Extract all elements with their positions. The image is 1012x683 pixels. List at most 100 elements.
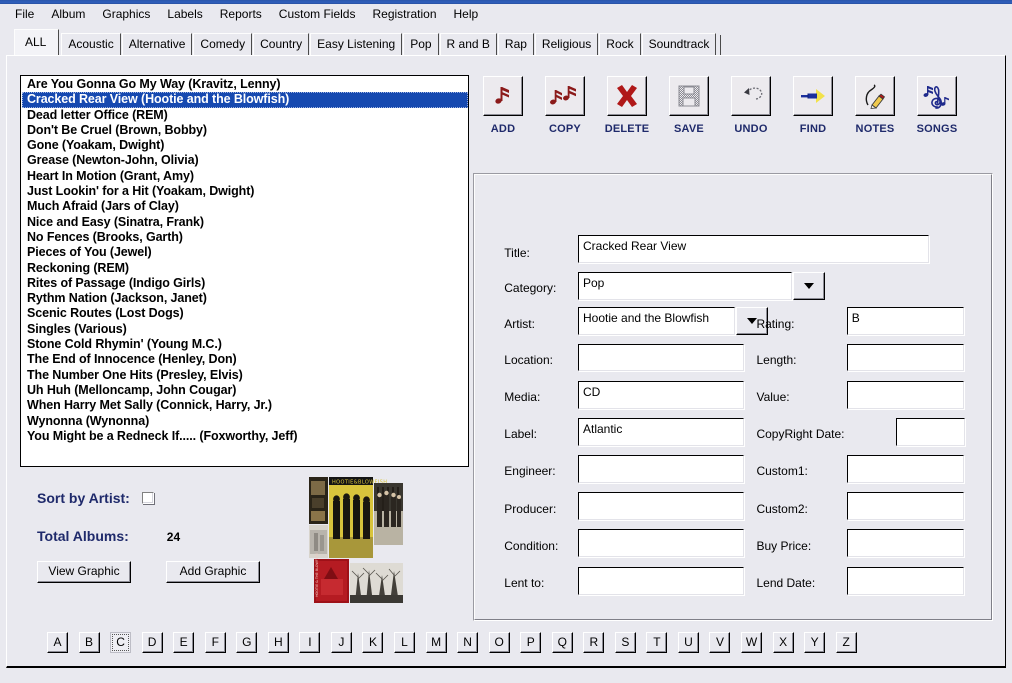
media-field[interactable]: CD bbox=[578, 381, 744, 409]
alphabet-button-s[interactable]: S bbox=[615, 632, 636, 653]
album-list-item[interactable]: When Harry Met Sally (Connick, Harry, Jr… bbox=[22, 398, 468, 413]
album-list-item[interactable]: Dead letter Office (REM) bbox=[22, 108, 468, 123]
album-list-item[interactable]: Singles (Various) bbox=[22, 322, 468, 337]
tab-soundtrack[interactable]: Soundtrack bbox=[642, 33, 717, 55]
alphabet-button-q[interactable]: Q bbox=[552, 632, 573, 653]
album-list-item[interactable]: Don't Be Cruel (Brown, Bobby) bbox=[22, 123, 468, 138]
alphabet-button-a[interactable]: A bbox=[47, 632, 68, 653]
menu-item-reports[interactable]: Reports bbox=[212, 5, 271, 23]
album-list-item[interactable]: Cracked Rear View (Hootie and the Blowfi… bbox=[22, 92, 468, 107]
toolbar-button-find[interactable]: FIND bbox=[790, 76, 836, 156]
title-field[interactable]: Cracked Rear View bbox=[578, 235, 929, 263]
custom1-field[interactable] bbox=[847, 455, 964, 483]
view-graphic-button[interactable]: View Graphic bbox=[37, 561, 131, 583]
producer-field[interactable] bbox=[578, 492, 744, 520]
toolbar-button-songs[interactable]: SONGS bbox=[914, 76, 960, 156]
album-list-item[interactable]: Heart In Motion (Grant, Amy) bbox=[22, 169, 468, 184]
album-list-item[interactable]: Just Lookin' for a Hit (Yoakam, Dwight) bbox=[22, 184, 468, 199]
tab-r-and-b[interactable]: R and B bbox=[440, 33, 497, 55]
artist-field[interactable]: Hootie and the Blowfish bbox=[578, 307, 735, 335]
lent_to-field[interactable] bbox=[578, 567, 744, 595]
tab-all[interactable]: ALL bbox=[14, 29, 59, 55]
alphabet-button-b[interactable]: B bbox=[79, 632, 100, 653]
toolbar-button-notes[interactable]: NOTES bbox=[852, 76, 898, 156]
tab-alternative[interactable]: Alternative bbox=[122, 33, 193, 55]
album-list-item[interactable]: The End of Innocence (Henley, Don) bbox=[22, 352, 468, 367]
menu-item-custom-fields[interactable]: Custom Fields bbox=[271, 5, 365, 23]
length-field[interactable] bbox=[847, 344, 964, 372]
value-field[interactable] bbox=[847, 381, 964, 409]
album-list-item[interactable]: Gone (Yoakam, Dwight) bbox=[22, 138, 468, 153]
alphabet-jump-bar[interactable]: ABCDEFGHIJKLMNOPQRSTUVWXYZ bbox=[47, 632, 857, 653]
tab-easy-listening[interactable]: Easy Listening bbox=[310, 33, 402, 55]
album-list-item[interactable]: Pieces of You (Jewel) bbox=[22, 245, 468, 260]
category-tab-strip[interactable]: ALLAcousticAlternativeComedyCountryEasy … bbox=[14, 33, 997, 55]
alphabet-button-p[interactable]: P bbox=[520, 632, 541, 653]
alphabet-button-j[interactable]: J bbox=[331, 632, 352, 653]
alphabet-button-y[interactable]: Y bbox=[804, 632, 825, 653]
album-list-item[interactable]: Uh Huh (Melloncamp, John Cougar) bbox=[22, 383, 468, 398]
album-list-item[interactable]: Scenic Routes (Lost Dogs) bbox=[22, 306, 468, 321]
copyright_date-field[interactable] bbox=[896, 418, 965, 446]
album-list-item[interactable]: Stone Cold Rhymin' (Young M.C.) bbox=[22, 337, 468, 352]
menu-item-registration[interactable]: Registration bbox=[364, 5, 445, 23]
alphabet-button-g[interactable]: G bbox=[236, 632, 257, 653]
menu-item-file[interactable]: File bbox=[7, 5, 43, 23]
tab-comedy[interactable]: Comedy bbox=[193, 33, 252, 55]
location-field[interactable] bbox=[578, 344, 744, 372]
alphabet-button-l[interactable]: L bbox=[394, 632, 415, 653]
toolbar-button-add[interactable]: ADD bbox=[480, 76, 526, 156]
alphabet-button-f[interactable]: F bbox=[205, 632, 226, 653]
album-list-item[interactable]: Much Afraid (Jars of Clay) bbox=[22, 199, 468, 214]
tab-rock[interactable]: Rock bbox=[599, 33, 640, 55]
tab-acoustic[interactable]: Acoustic bbox=[61, 33, 120, 55]
alphabet-button-x[interactable]: X bbox=[773, 632, 794, 653]
lend_date-field[interactable] bbox=[847, 567, 964, 595]
menu-item-labels[interactable]: Labels bbox=[159, 5, 211, 23]
category-field[interactable]: Pop bbox=[578, 272, 792, 300]
alphabet-button-r[interactable]: R bbox=[583, 632, 604, 653]
album-list-item[interactable]: No Fences (Brooks, Garth) bbox=[22, 230, 468, 245]
toolbar-button-delete[interactable]: DELETE bbox=[604, 76, 650, 156]
alphabet-button-v[interactable]: V bbox=[709, 632, 730, 653]
album-list-item[interactable]: Are You Gonna Go My Way (Kravitz, Lenny) bbox=[22, 77, 468, 92]
alphabet-button-c[interactable]: C bbox=[110, 632, 131, 653]
alphabet-button-e[interactable]: E bbox=[173, 632, 194, 653]
album-list-item[interactable]: Rythm Nation (Jackson, Janet) bbox=[22, 291, 468, 306]
album-listbox[interactable]: Are You Gonna Go My Way (Kravitz, Lenny)… bbox=[20, 75, 469, 467]
add-graphic-button[interactable]: Add Graphic bbox=[166, 561, 260, 583]
album-list-item[interactable]: Grease (Newton-John, Olivia) bbox=[22, 153, 468, 168]
alphabet-button-h[interactable]: H bbox=[268, 632, 289, 653]
alphabet-button-w[interactable]: W bbox=[741, 632, 762, 653]
custom2-field[interactable] bbox=[847, 492, 964, 520]
label-field[interactable]: Atlantic bbox=[578, 418, 744, 446]
album-list-item[interactable]: Rites of Passage (Indigo Girls) bbox=[22, 276, 468, 291]
album-list-item[interactable]: Nice and Easy (Sinatra, Frank) bbox=[22, 215, 468, 230]
engineer-field[interactable] bbox=[578, 455, 744, 483]
alphabet-button-k[interactable]: K bbox=[362, 632, 383, 653]
rating-field[interactable]: B bbox=[847, 307, 964, 335]
buy_price-field[interactable] bbox=[847, 529, 964, 557]
alphabet-button-o[interactable]: O bbox=[489, 632, 510, 653]
alphabet-button-z[interactable]: Z bbox=[836, 632, 857, 653]
alphabet-button-u[interactable]: U bbox=[678, 632, 699, 653]
toolbar-button-undo[interactable]: UNDO bbox=[728, 76, 774, 156]
toolbar-button-save[interactable]: SAVE bbox=[666, 76, 712, 156]
alphabet-button-m[interactable]: M bbox=[426, 632, 447, 653]
album-list-item[interactable]: The Number One Hits (Presley, Elvis) bbox=[22, 368, 468, 383]
alphabet-button-d[interactable]: D bbox=[142, 632, 163, 653]
condition-field[interactable] bbox=[578, 529, 744, 557]
alphabet-button-i[interactable]: I bbox=[299, 632, 320, 653]
sort-by-artist-checkbox[interactable] bbox=[142, 492, 154, 504]
menu-item-album[interactable]: Album bbox=[43, 5, 94, 23]
album-list-item[interactable]: You Might be a Redneck If..... (Foxworth… bbox=[22, 429, 468, 444]
menu-item-help[interactable]: Help bbox=[446, 5, 488, 23]
album-list-item[interactable]: Reckoning (REM) bbox=[22, 261, 468, 276]
alphabet-button-n[interactable]: N bbox=[457, 632, 478, 653]
category-dropdown-button[interactable] bbox=[793, 272, 825, 300]
tab-religious[interactable]: Religious bbox=[535, 33, 598, 55]
menu-item-graphics[interactable]: Graphics bbox=[94, 5, 159, 23]
toolbar-button-copy[interactable]: COPY bbox=[542, 76, 588, 156]
tab-country[interactable]: Country bbox=[253, 33, 309, 55]
tab-pop[interactable]: Pop bbox=[403, 33, 438, 55]
